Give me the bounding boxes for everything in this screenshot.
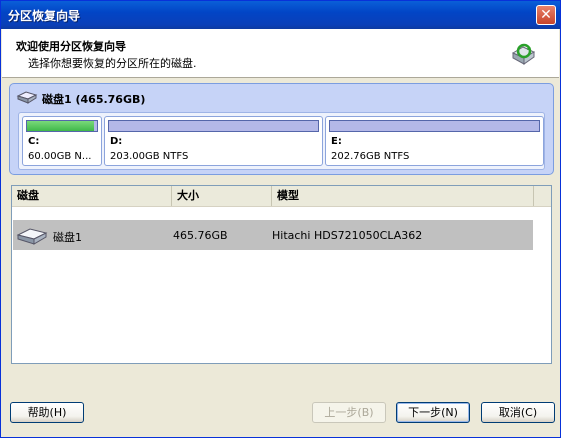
partition-d[interactable]: D: 203.00GB NTFS — [104, 116, 323, 166]
partition-info: 202.76GB NTFS — [331, 151, 410, 162]
close-icon: ✕ — [540, 7, 552, 23]
hard-disk-icon — [16, 91, 38, 104]
close-button[interactable]: ✕ — [536, 5, 556, 25]
partition-info: 203.00GB NTFS — [110, 151, 189, 162]
help-button[interactable]: 帮助(H) — [10, 402, 84, 423]
window-title: 分区恢复向导 — [8, 9, 81, 23]
partition-letter: D: — [110, 136, 123, 147]
partition-e-usage-bar — [329, 120, 540, 132]
column-header-model[interactable]: 模型 — [272, 186, 534, 206]
partition-map: C: 60.00GB N... D: 203.00GB NTFS E: 202.… — [18, 112, 545, 170]
partition-d-usage-bar — [108, 120, 319, 132]
hard-disk-icon — [16, 228, 48, 245]
list-header: 磁盘 大小 模型 — [12, 186, 551, 207]
disk-panel[interactable]: 磁盘1 (465.76GB) C: 60.00GB N... D: 203.00… — [9, 83, 554, 175]
wizard-header: 欢迎使用分区恢复向导 选择你想要恢复的分区所在的磁盘. — [2, 29, 559, 78]
header-title: 欢迎使用分区恢复向导 — [16, 40, 126, 53]
row-disk-name: 磁盘1 — [53, 231, 82, 244]
partition-c-usage-fill — [27, 121, 94, 131]
partition-info: 60.00GB N... — [28, 151, 92, 162]
partition-letter: E: — [331, 136, 342, 147]
partition-c-usage-bar — [26, 120, 98, 132]
row-disk-model: Hitachi HDS721050CLA362 — [272, 229, 423, 242]
partition-e[interactable]: E: 202.76GB NTFS — [325, 116, 544, 166]
partition-c[interactable]: C: 60.00GB N... — [22, 116, 102, 166]
disk-list[interactable]: 磁盘 大小 模型 磁盘1 465.76GB Hitachi HDS721050C… — [11, 185, 552, 364]
back-button[interactable]: 上一步(B) — [312, 402, 386, 423]
title-bar[interactable]: 分区恢复向导 ✕ — [1, 1, 560, 29]
column-header-size[interactable]: 大小 — [172, 186, 272, 206]
header-subtitle: 选择你想要恢复的分区所在的磁盘. — [28, 57, 197, 70]
partition-recovery-wizard-window: 分区恢复向导 ✕ 欢迎使用分区恢复向导 选择你想要恢复的分区所在的磁盘. 磁盘1… — [0, 0, 561, 438]
partition-letter: C: — [28, 136, 40, 147]
column-header-disk[interactable]: 磁盘 — [12, 186, 172, 206]
row-disk-size: 465.76GB — [173, 229, 228, 242]
table-row[interactable]: 磁盘1 465.76GB Hitachi HDS721050CLA362 — [13, 220, 533, 250]
disk-recovery-icon — [511, 43, 536, 65]
cancel-button[interactable]: 取消(C) — [481, 402, 555, 423]
disk-label: 磁盘1 (465.76GB) — [42, 93, 146, 106]
next-button[interactable]: 下一步(N) — [396, 402, 470, 423]
